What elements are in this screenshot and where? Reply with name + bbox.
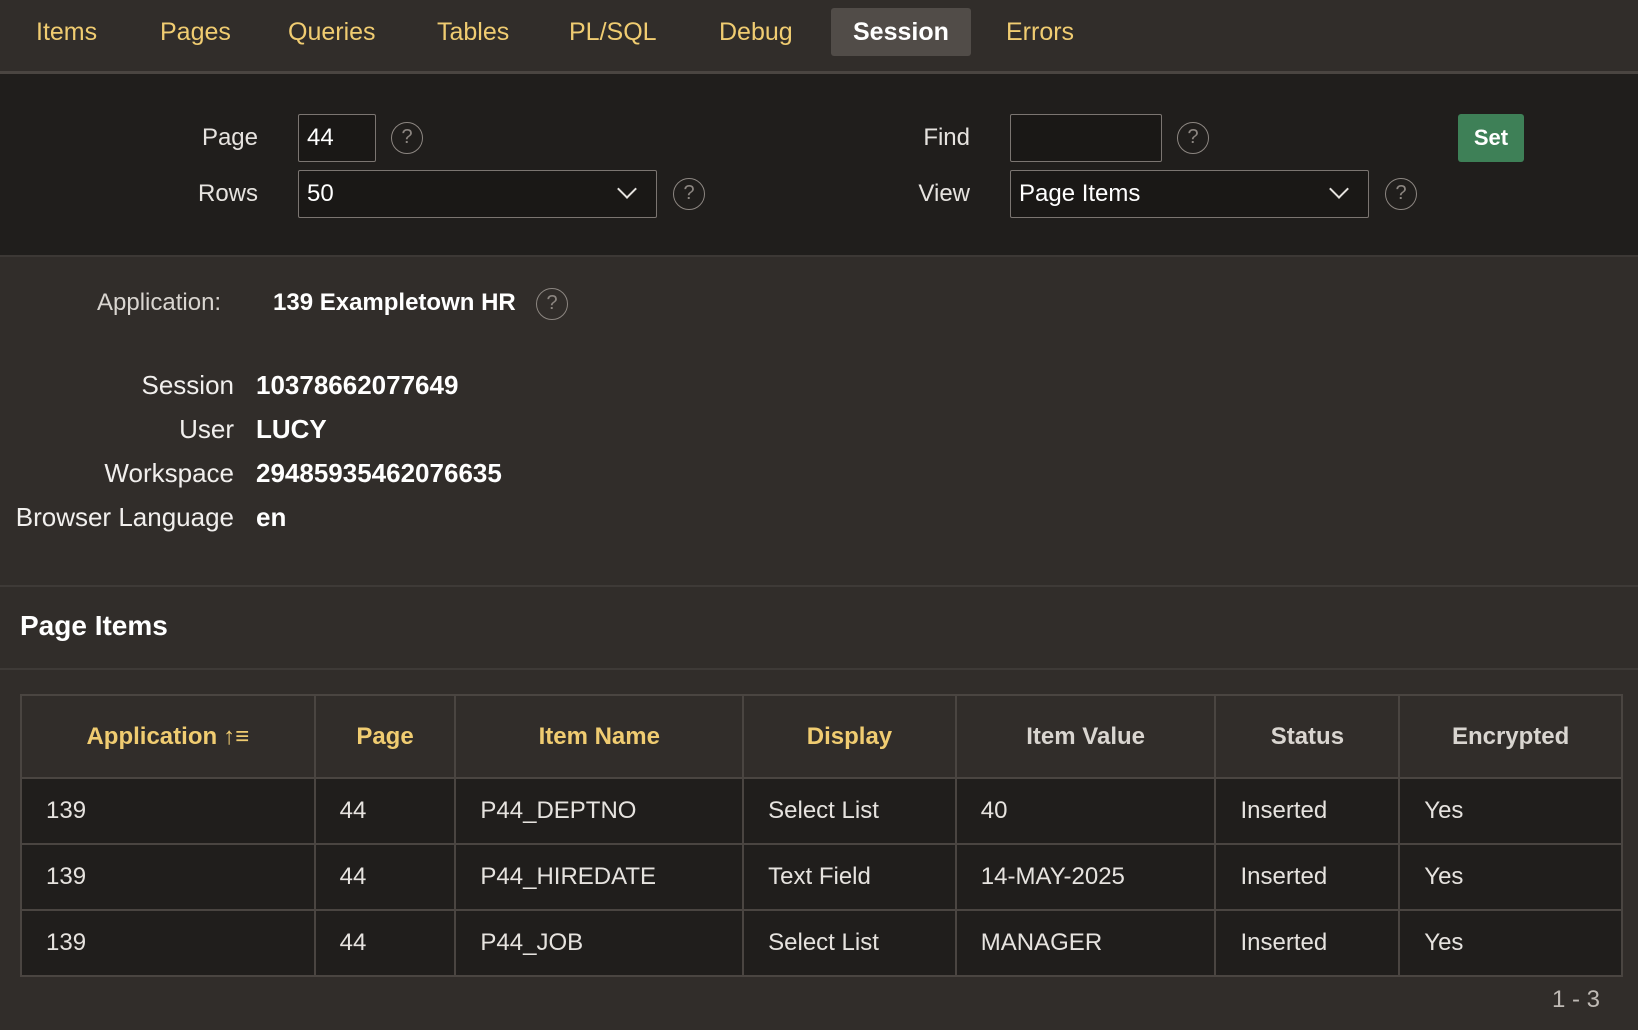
page-items-table: Application ↑≡ Page Item Name Display Ite…	[20, 694, 1623, 977]
help-icon[interactable]: ?	[536, 288, 568, 320]
filter-panel: Page 44 ? Rows 50 ? Find ? View Page Ite…	[0, 74, 1638, 257]
table-header-row: Application ↑≡ Page Item Name Display Ite…	[20, 694, 1623, 779]
rows-select-value: 50	[307, 180, 334, 207]
cell-item-value: 14-MAY-2025	[954, 843, 1217, 911]
column-header-status: Status	[1214, 694, 1401, 779]
user-label: User	[179, 414, 234, 444]
cell-item-name: P44_JOB	[454, 909, 745, 977]
cell-page: 44	[313, 909, 457, 977]
application-value: 139 Exampletown HR	[273, 289, 516, 316]
tab-errors[interactable]: Errors	[984, 8, 1096, 56]
chevron-down-icon	[617, 179, 637, 199]
tab-queries[interactable]: Queries	[266, 8, 398, 56]
column-header-label: Application	[86, 722, 218, 750]
cell-encrypted: Yes	[1398, 909, 1623, 977]
cell-status: Inserted	[1214, 843, 1401, 911]
help-icon[interactable]: ?	[1385, 178, 1417, 210]
cell-item-name: P44_DEPTNO	[454, 777, 745, 845]
column-header-page[interactable]: Page	[313, 694, 457, 779]
workspace-label: Workspace	[104, 458, 234, 488]
cell-display: Select List	[742, 909, 957, 977]
cell-item-value: 40	[954, 777, 1217, 845]
help-icon[interactable]: ?	[1177, 122, 1209, 154]
column-header-display[interactable]: Display	[742, 694, 957, 779]
cell-status: Inserted	[1214, 777, 1401, 845]
column-header-item-value: Item Value	[954, 694, 1217, 779]
page-label: Page	[201, 124, 258, 151]
cell-item-value: MANAGER	[954, 909, 1217, 977]
view-select[interactable]: Page Items	[1010, 170, 1369, 218]
cell-item-name: P44_HIREDATE	[454, 843, 745, 911]
cell-display: Text Field	[742, 843, 957, 911]
table-row: 139 44 P44_HIREDATE Text Field 14-MAY-20…	[20, 843, 1623, 911]
tab-bar: Items Pages Queries Tables PL/SQL Debug …	[0, 0, 1638, 74]
help-icon[interactable]: ?	[391, 122, 423, 154]
cell-page: 44	[313, 777, 457, 845]
set-button[interactable]: Set	[1458, 114, 1524, 162]
session-label: Session	[141, 370, 235, 400]
tab-items[interactable]: Items	[14, 8, 119, 56]
browser-language-value: en	[256, 502, 287, 532]
tab-debug[interactable]: Debug	[697, 8, 815, 56]
column-header-encrypted: Encrypted	[1398, 694, 1623, 779]
cell-encrypted: Yes	[1398, 777, 1623, 845]
cell-status: Inserted	[1214, 909, 1401, 977]
column-header-item-name[interactable]: Item Name	[454, 694, 745, 779]
divider	[0, 668, 1638, 670]
sort-ascending-icon: ↑≡	[223, 722, 250, 750]
application-label: Application:	[97, 289, 222, 316]
table-row: 139 44 P44_JOB Select List MANAGER Inser…	[20, 909, 1623, 977]
session-value: 10378662077649	[256, 370, 459, 400]
browser-language-label: Browser Language	[15, 502, 234, 532]
tab-session[interactable]: Session	[831, 8, 971, 56]
cell-encrypted: Yes	[1398, 843, 1623, 911]
find-input[interactable]	[1010, 114, 1162, 162]
cell-application: 139	[20, 909, 316, 977]
view-label: View	[918, 180, 970, 207]
cell-page: 44	[313, 843, 457, 911]
tab-pages[interactable]: Pages	[138, 8, 253, 56]
cell-display: Select List	[742, 777, 957, 845]
user-value: LUCY	[256, 414, 327, 444]
page-input[interactable]: 44	[298, 114, 376, 162]
tab-tables[interactable]: Tables	[415, 8, 531, 56]
region-title: Page Items	[20, 610, 168, 641]
cell-application: 139	[20, 777, 316, 845]
tab-plsql[interactable]: PL/SQL	[547, 8, 679, 56]
column-header-application[interactable]: Application ↑≡	[20, 694, 316, 779]
view-select-value: Page Items	[1019, 180, 1141, 207]
rows-select[interactable]: 50	[298, 170, 657, 218]
table-row: 139 44 P44_DEPTNO Select List 40 Inserte…	[20, 777, 1623, 845]
workspace-value: 29485935462076635	[256, 458, 502, 488]
find-label: Find	[923, 124, 970, 151]
cell-application: 139	[20, 843, 316, 911]
help-icon[interactable]: ?	[673, 178, 705, 210]
divider	[0, 585, 1638, 587]
pagination-info: 1 - 3	[1551, 986, 1600, 1013]
rows-label: Rows	[197, 180, 258, 207]
chevron-down-icon	[1329, 179, 1349, 199]
